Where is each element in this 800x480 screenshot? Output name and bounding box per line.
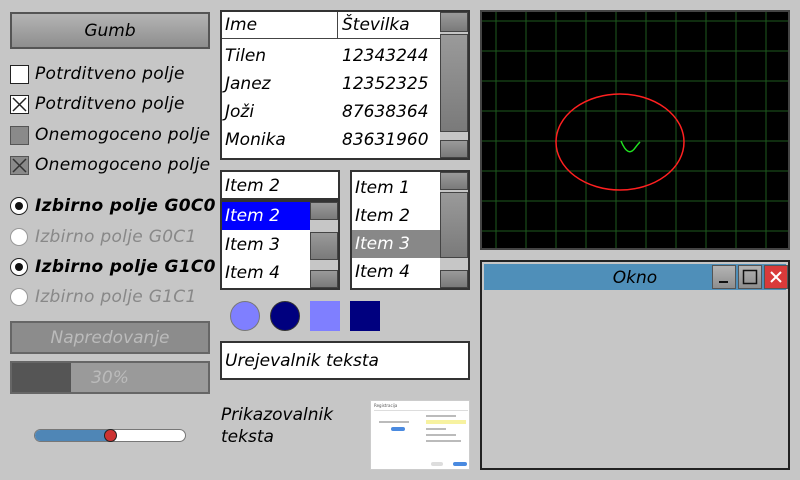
text-editor-value: Urejevalnik teksta bbox=[225, 351, 379, 371]
list-item[interactable]: Item 1 bbox=[352, 174, 440, 202]
minimize-icon bbox=[719, 281, 728, 283]
scroll-thumb[interactable] bbox=[310, 232, 338, 260]
text-editor[interactable]: Urejevalnik teksta bbox=[220, 341, 470, 380]
combo-box[interactable]: Item 2 bbox=[220, 170, 340, 200]
combo-item-label: Item 2 bbox=[225, 206, 280, 226]
scroll-up-button[interactable] bbox=[440, 172, 468, 190]
check-x-icon bbox=[12, 97, 27, 112]
circle-dark bbox=[270, 301, 300, 331]
table-cell: 12343244 bbox=[342, 46, 429, 66]
checkbox-2[interactable] bbox=[10, 95, 29, 114]
checkbox-1[interactable] bbox=[10, 65, 29, 84]
scope-canvas bbox=[482, 12, 788, 248]
checkbox-disabled-1 bbox=[10, 126, 29, 145]
scroll-up-button[interactable] bbox=[310, 202, 338, 220]
list-item[interactable]: Item 2 bbox=[352, 202, 440, 230]
scroll-thumb[interactable] bbox=[440, 34, 468, 132]
radio-g1c1[interactable] bbox=[10, 288, 28, 306]
window: Okno bbox=[480, 260, 790, 470]
table-cell: 12352325 bbox=[342, 74, 429, 94]
checkbox-disabled-1-label: Onemogoceno polje bbox=[35, 125, 211, 145]
close-icon bbox=[770, 271, 782, 283]
progress-bar-percent: 30% bbox=[10, 361, 210, 394]
radio-g0c0[interactable] bbox=[10, 197, 28, 215]
table-cell: Tilen bbox=[225, 46, 267, 66]
thumbnail-title: Registracija bbox=[374, 403, 398, 408]
progress-bar-label: Napredovanje bbox=[50, 327, 170, 348]
maximize-icon bbox=[742, 269, 758, 285]
list-item-label: Item 4 bbox=[355, 262, 410, 282]
checkbox-disabled-2 bbox=[10, 156, 29, 175]
table: Ime Številka Tilen 12343244 Janez 123523… bbox=[220, 10, 470, 160]
combo-item[interactable]: Item 3 bbox=[222, 231, 310, 259]
minimize-button[interactable] bbox=[712, 265, 736, 289]
check-x-icon bbox=[12, 158, 27, 173]
list-item[interactable]: Item 3 bbox=[352, 230, 440, 258]
scope-background bbox=[482, 12, 788, 248]
combo-dropdown: Item 2 Item 3 Item 4 bbox=[220, 200, 340, 290]
window-titlebar[interactable]: Okno bbox=[484, 264, 788, 290]
combo-item[interactable]: Item 4 bbox=[222, 259, 310, 287]
progress-bar-percent-label: 30% bbox=[91, 367, 129, 388]
circle-light bbox=[230, 301, 260, 331]
list-box: Item 1 Item 2 Item 3 Item 4 bbox=[350, 170, 470, 290]
list-item-label: Item 1 bbox=[355, 178, 410, 198]
table-cell: Monika bbox=[225, 130, 286, 150]
scroll-up-button[interactable] bbox=[440, 12, 468, 32]
table-cell: Joži bbox=[225, 102, 255, 122]
table-header-stevilka[interactable]: Številka bbox=[342, 15, 410, 35]
table-header-ime[interactable]: Ime bbox=[225, 15, 338, 35]
checkbox-1-label: Potrditveno polje bbox=[35, 64, 185, 84]
list-scrollbar[interactable] bbox=[440, 172, 468, 288]
gumb-button[interactable]: Gumb bbox=[10, 12, 210, 49]
table-row[interactable]: Tilen 12343244 bbox=[222, 42, 440, 70]
list-item-label: Item 3 bbox=[355, 234, 410, 254]
scroll-down-button[interactable] bbox=[310, 270, 338, 288]
list-item[interactable]: Item 4 bbox=[352, 258, 440, 286]
screenshot-thumbnail: Registracija bbox=[370, 400, 470, 470]
radio-g1c0[interactable] bbox=[10, 258, 28, 276]
maximize-button[interactable] bbox=[738, 265, 762, 289]
scroll-thumb[interactable] bbox=[440, 192, 468, 258]
radio-g0c1-label: Izbirno polje G0C1 bbox=[35, 227, 197, 247]
slider-knob[interactable] bbox=[104, 429, 117, 442]
table-cell: 87638364 bbox=[342, 102, 429, 122]
radio-g1c0-label: Izbirno polje G1C0 bbox=[35, 257, 216, 277]
table-cell: Janez bbox=[225, 74, 271, 94]
table-cell: 83631960 bbox=[342, 130, 429, 150]
table-row[interactable]: Joži 87638364 bbox=[222, 98, 440, 126]
combo-scrollbar[interactable] bbox=[310, 202, 338, 288]
scroll-down-button[interactable] bbox=[440, 270, 468, 288]
checkbox-2-label: Potrditveno polje bbox=[35, 94, 185, 114]
table-row[interactable]: Janez 12352325 bbox=[222, 70, 440, 98]
list-item-label: Item 2 bbox=[355, 206, 410, 226]
progress-bar-napredovanje: Napredovanje bbox=[10, 321, 210, 354]
radio-g1c1-label: Izbirno polje G1C1 bbox=[35, 287, 197, 307]
combo-item[interactable]: Item 2 bbox=[222, 202, 310, 230]
combo-item-label: Item 4 bbox=[225, 263, 280, 283]
checkbox-disabled-2-label: Onemogoceno polje bbox=[35, 155, 211, 175]
table-scrollbar[interactable] bbox=[440, 12, 468, 158]
radio-g0c0-label: Izbirno polje G0C0 bbox=[35, 196, 216, 216]
slider-fill bbox=[35, 430, 111, 441]
combo-box-value: Item 2 bbox=[225, 176, 280, 196]
square-light bbox=[310, 301, 340, 331]
table-row[interactable]: Monika 83631960 bbox=[222, 126, 440, 154]
table-header: Ime Številka bbox=[222, 12, 440, 39]
text-viewer: Prikazovalnik teksta bbox=[221, 405, 334, 447]
scroll-down-button[interactable] bbox=[440, 140, 468, 158]
close-button[interactable] bbox=[764, 265, 788, 289]
combo-item-label: Item 3 bbox=[225, 235, 280, 255]
radio-g0c1[interactable] bbox=[10, 228, 28, 246]
square-dark bbox=[350, 301, 380, 331]
scope-panel bbox=[480, 10, 790, 250]
gumb-button-label: Gumb bbox=[84, 20, 136, 41]
